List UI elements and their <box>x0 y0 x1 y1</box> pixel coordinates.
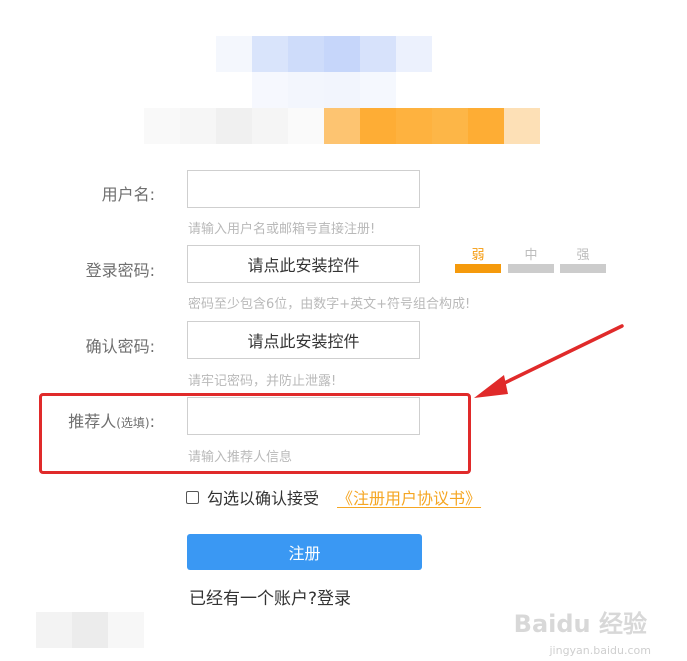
annotation-highlight-box <box>39 393 471 474</box>
confirm-password-install-control[interactable]: 请点此安装控件 <box>187 321 420 359</box>
username-input[interactable] <box>187 170 420 208</box>
strength-strong-label: 强 <box>576 248 590 263</box>
blurred-footer-block <box>72 612 108 648</box>
strength-medium-label: 中 <box>524 248 538 263</box>
agreement-row: 勾选以确认接受 《注册用户协议书》 <box>186 485 481 509</box>
username-hint: 请输入用户名或邮箱号直接注册! <box>188 222 376 237</box>
agreement-checkbox[interactable] <box>186 490 199 504</box>
strength-strong-bar <box>560 264 606 273</box>
strength-weak-bar <box>455 264 501 273</box>
register-button[interactable]: 注册 <box>187 534 422 570</box>
confirm-password-label: 确认密码: <box>85 337 155 356</box>
username-label: 用户名: <box>101 185 155 204</box>
agreement-text: 勾选以确认接受 <box>207 489 320 508</box>
confirm-password-hint: 请牢记密码，并防止泄露! <box>188 374 337 389</box>
password-install-control[interactable]: 请点此安装控件 <box>187 245 420 283</box>
baidu-watermark: Baidu 经验 <box>513 610 647 638</box>
password-hint: 密码至少包含6位，由数字+英文+符号组合构成! <box>188 297 471 312</box>
strength-weak-label: 弱 <box>471 248 485 263</box>
agreement-link[interactable]: 《注册用户协议书》 <box>337 485 481 509</box>
baidu-watermark-url: jingyan.baidu.com <box>549 644 651 657</box>
strength-medium-bar <box>508 264 554 273</box>
annotation-arrow-icon <box>474 324 624 398</box>
password-label: 登录密码: <box>85 261 155 280</box>
blurred-footer-block <box>36 612 72 648</box>
login-link[interactable]: 已经有一个账户?登录 <box>189 584 351 609</box>
blurred-logo <box>0 0 687 150</box>
blurred-footer-block <box>108 612 144 648</box>
